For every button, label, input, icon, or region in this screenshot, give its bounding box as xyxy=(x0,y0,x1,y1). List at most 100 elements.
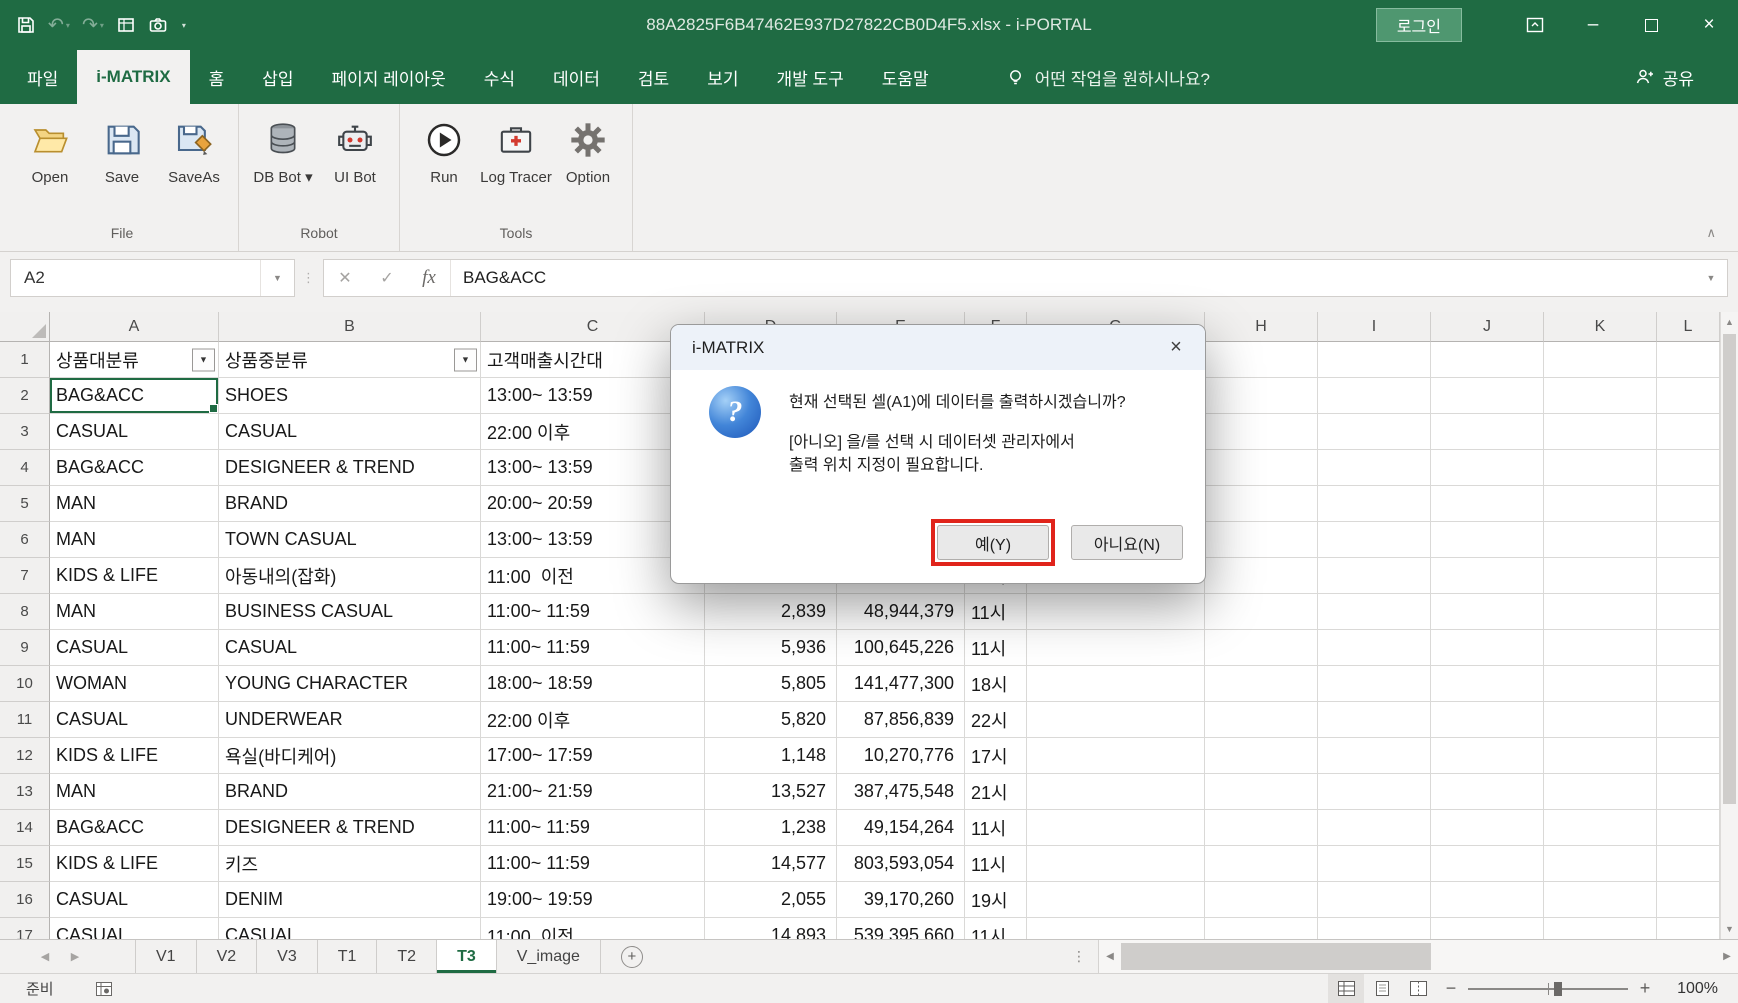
ribbon-tab-review[interactable]: 검토 xyxy=(619,50,688,104)
cell-K16[interactable] xyxy=(1544,882,1657,918)
cell-C16[interactable]: 19:00~ 19:59 xyxy=(481,882,705,918)
sheet-tab-v3[interactable]: V3 xyxy=(257,940,318,973)
cell-D8[interactable]: 2,839 xyxy=(705,594,837,630)
cell-E9[interactable]: 100,645,226 xyxy=(837,630,965,666)
cell-D12[interactable]: 1,148 xyxy=(705,738,837,774)
cell-H4[interactable] xyxy=(1205,450,1318,486)
cell-D11[interactable]: 5,820 xyxy=(705,702,837,738)
cell-K12[interactable] xyxy=(1544,738,1657,774)
cell-G9[interactable] xyxy=(1027,630,1205,666)
cell-L13[interactable] xyxy=(1657,774,1720,810)
vertical-scroll-track[interactable] xyxy=(1721,332,1738,919)
column-header-L[interactable]: L xyxy=(1657,312,1720,342)
cell-D10[interactable]: 5,805 xyxy=(705,666,837,702)
cell-J15[interactable] xyxy=(1431,846,1544,882)
cell-D17[interactable]: 14,893 xyxy=(705,918,837,939)
macro-record-button[interactable] xyxy=(96,982,112,996)
cell-B11[interactable]: UNDERWEAR xyxy=(219,702,481,738)
filter-dropdown-A1[interactable]: ▼ xyxy=(192,348,215,371)
row-header-2[interactable]: 2 xyxy=(0,378,50,414)
row-header-6[interactable]: 6 xyxy=(0,522,50,558)
sheet-tab-v2[interactable]: V2 xyxy=(197,940,258,973)
vertical-scroll-thumb[interactable] xyxy=(1723,334,1736,804)
cell-I4[interactable] xyxy=(1318,450,1431,486)
cell-F16[interactable]: 19시 xyxy=(965,882,1027,918)
cell-D14[interactable]: 1,238 xyxy=(705,810,837,846)
cell-G16[interactable] xyxy=(1027,882,1205,918)
column-header-H[interactable]: H xyxy=(1205,312,1318,342)
cell-C15[interactable]: 11:00~ 11:59 xyxy=(481,846,705,882)
cell-A5[interactable]: MAN xyxy=(50,486,219,522)
cell-H6[interactable] xyxy=(1205,522,1318,558)
cell-B12[interactable]: 욕실(바디케어) xyxy=(219,738,481,774)
cell-H7[interactable] xyxy=(1205,558,1318,594)
maximize-button[interactable] xyxy=(1622,0,1680,50)
cell-B16[interactable]: DENIM xyxy=(219,882,481,918)
select-all-corner[interactable] xyxy=(0,312,50,342)
row-header-9[interactable]: 9 xyxy=(0,630,50,666)
cell-I13[interactable] xyxy=(1318,774,1431,810)
sheet-tab-v1[interactable]: V1 xyxy=(135,940,197,973)
zoom-slider[interactable] xyxy=(1468,974,1628,1003)
ribbon-button-run[interactable]: Run xyxy=(408,114,480,186)
expand-formula-bar-button[interactable]: ▼ xyxy=(1695,273,1727,283)
cell-F15[interactable]: 11시 xyxy=(965,846,1027,882)
cell-E8[interactable]: 48,944,379 xyxy=(837,594,965,630)
cell-J11[interactable] xyxy=(1431,702,1544,738)
ribbon-button-log-tracer[interactable]: Log Tracer xyxy=(480,114,552,186)
close-button[interactable]: × xyxy=(1680,0,1738,50)
filter-dropdown-B1[interactable]: ▼ xyxy=(454,348,477,371)
cell-J16[interactable] xyxy=(1431,882,1544,918)
insert-function-button[interactable]: fx xyxy=(408,260,450,296)
cell-J7[interactable] xyxy=(1431,558,1544,594)
cell-J14[interactable] xyxy=(1431,810,1544,846)
cell-B15[interactable]: 키즈 xyxy=(219,846,481,882)
cell-L4[interactable] xyxy=(1657,450,1720,486)
cell-A6[interactable]: MAN xyxy=(50,522,219,558)
scroll-right-button[interactable]: ▶ xyxy=(1716,951,1738,962)
cell-L9[interactable] xyxy=(1657,630,1720,666)
dialog-close-button[interactable]: × xyxy=(1147,325,1205,370)
cell-F11[interactable]: 22시 xyxy=(965,702,1027,738)
row-header-17[interactable]: 17 xyxy=(0,918,50,939)
name-box[interactable]: A2 ▼ xyxy=(10,259,295,297)
yes-button[interactable]: 예(Y) xyxy=(937,525,1049,560)
cell-B1[interactable]: 상품중분류▼ xyxy=(219,342,481,378)
cell-I5[interactable] xyxy=(1318,486,1431,522)
cell-J17[interactable] xyxy=(1431,918,1544,939)
cell-F12[interactable]: 17시 xyxy=(965,738,1027,774)
scroll-up-button[interactable]: ▲ xyxy=(1721,312,1738,332)
cell-B9[interactable]: CASUAL xyxy=(219,630,481,666)
vertical-scrollbar[interactable]: ▲ ▼ xyxy=(1720,312,1738,939)
cell-J6[interactable] xyxy=(1431,522,1544,558)
cell-L14[interactable] xyxy=(1657,810,1720,846)
row-header-15[interactable]: 15 xyxy=(0,846,50,882)
sheet-tab-t2[interactable]: T2 xyxy=(377,940,437,973)
cell-J4[interactable] xyxy=(1431,450,1544,486)
cell-G12[interactable] xyxy=(1027,738,1205,774)
scroll-down-button[interactable]: ▼ xyxy=(1721,919,1738,939)
scroll-left-button[interactable]: ◀ xyxy=(1099,951,1121,962)
cell-B8[interactable]: BUSINESS CASUAL xyxy=(219,594,481,630)
sheet-tab-t1[interactable]: T1 xyxy=(318,940,378,973)
cell-J13[interactable] xyxy=(1431,774,1544,810)
cell-L10[interactable] xyxy=(1657,666,1720,702)
cell-I12[interactable] xyxy=(1318,738,1431,774)
row-header-10[interactable]: 10 xyxy=(0,666,50,702)
cell-E13[interactable]: 387,475,548 xyxy=(837,774,965,810)
cell-B7[interactable]: 아동내의(잡화) xyxy=(219,558,481,594)
cell-K9[interactable] xyxy=(1544,630,1657,666)
cell-I3[interactable] xyxy=(1318,414,1431,450)
cell-A2[interactable]: BAG&ACC xyxy=(50,378,219,414)
horizontal-scrollbar[interactable]: ◀ ▶ xyxy=(1098,940,1738,973)
qat-save-button[interactable] xyxy=(16,10,36,40)
cell-I7[interactable] xyxy=(1318,558,1431,594)
cell-E11[interactable]: 87,856,839 xyxy=(837,702,965,738)
cell-B14[interactable]: DESIGNEER & TREND xyxy=(219,810,481,846)
cell-E15[interactable]: 803,593,054 xyxy=(837,846,965,882)
formula-bar-handle[interactable]: ⋮ xyxy=(295,270,323,286)
cell-J10[interactable] xyxy=(1431,666,1544,702)
cell-A15[interactable]: KIDS & LIFE xyxy=(50,846,219,882)
cell-L6[interactable] xyxy=(1657,522,1720,558)
cell-A7[interactable]: KIDS & LIFE xyxy=(50,558,219,594)
